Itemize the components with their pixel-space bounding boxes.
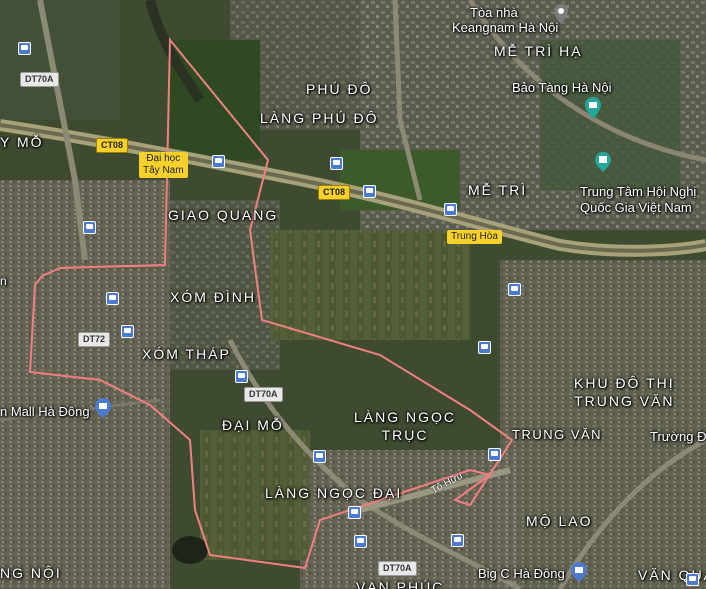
road-shield-dt70a-top: DT70A [20,72,59,87]
bus-stop-icon[interactable] [686,573,699,586]
road-shield-dt70a-mid: DT70A [244,387,283,402]
university-label[interactable]: Đại học Tây Nam [139,152,188,178]
road-shield-dt70a-bottom: DT70A [378,561,417,576]
area-lang-ngoc-dai: LÀNG NGỌC ĐẠI [265,485,403,501]
bus-stop-icon[interactable] [330,157,343,170]
museum-label[interactable]: Bảo Tàng Hà Nội [512,81,612,94]
bus-stop-icon[interactable] [235,370,248,383]
area-lang-phu-do: LÀNG PHÚ ĐÔ [260,110,379,126]
bus-stop-icon[interactable] [121,325,134,338]
bus-stop-icon[interactable] [106,292,119,305]
conference-center-label[interactable]: Trung Tâm Hội Nghị Quốc Gia Việt Nam [580,184,696,216]
area-dai-mo: ĐẠI MỖ [222,417,284,433]
bus-stop-icon[interactable] [488,448,501,461]
bus-stop-icon[interactable] [212,155,225,168]
area-me-tri-ha: MỄ TRÌ HẠ [494,43,583,59]
bus-stop-icon[interactable] [354,535,367,548]
bus-stop-icon[interactable] [83,221,96,234]
bus-stop-icon[interactable] [451,534,464,547]
bus-stop-icon[interactable] [18,42,31,55]
area-van-phuc: VẠN PHÚC [356,579,445,589]
area-lang-ngoc-truc: LÀNG NGỌC TRỤC [354,409,457,443]
area-ng-noi: NG NỘI [0,565,62,581]
bus-stop-icon[interactable] [348,506,361,519]
aeon-mall-shopping-icon[interactable] [95,398,111,418]
aeon-mall-label[interactable]: n Mall Hà Đông [0,405,90,418]
road-shield-ct08-mid: CT08 [318,185,351,200]
bus-stop-icon[interactable] [313,450,326,463]
area-me-tri: MỄ TRÌ [468,182,528,198]
area-y-mo: Y MỖ [0,134,44,150]
bus-stop-icon[interactable] [478,341,491,354]
keangnam-label[interactable]: Tòa nhà Keangnam Hà Nội [452,5,558,35]
big-c-label[interactable]: Big C Hà Đông [478,567,565,580]
area-trung-van: TRUNG VĂN [512,427,603,442]
bus-stop-icon[interactable] [444,203,457,216]
keangnam-pin-icon[interactable] [554,4,568,24]
area-xom-dinh: XÓM ĐÌNH [170,289,256,305]
big-c-shopping-icon[interactable] [571,562,587,582]
bus-stop-icon[interactable] [508,283,521,296]
area-xom-thap: XÓM THÁP [142,346,231,362]
area-giao-quang: GIAO QUANG [168,207,279,223]
school-label[interactable]: Trường Đ [650,430,706,443]
road-shield-dt72: DT72 [78,332,111,347]
road-trung-hoa: Trung Hòa [447,230,502,244]
satellite-map[interactable]: Tòa nhà Keangnam Hà Nội MỄ TRÌ HẠ Bảo Tà… [0,0,706,589]
bus-stop-icon[interactable] [363,185,376,198]
area-left-n: n [0,274,7,288]
area-mo-lao: MỘ LAO [526,513,593,529]
area-khu-do-thi-trung-van: KHU ĐÔ THỊ TRUNG VĂN [574,375,675,409]
conference-center-icon[interactable] [595,152,611,172]
area-phu-do: PHÚ ĐÔ [306,81,373,97]
road-shield-ct08-left: CT08 [96,138,129,153]
museum-pin-icon[interactable] [585,97,601,119]
